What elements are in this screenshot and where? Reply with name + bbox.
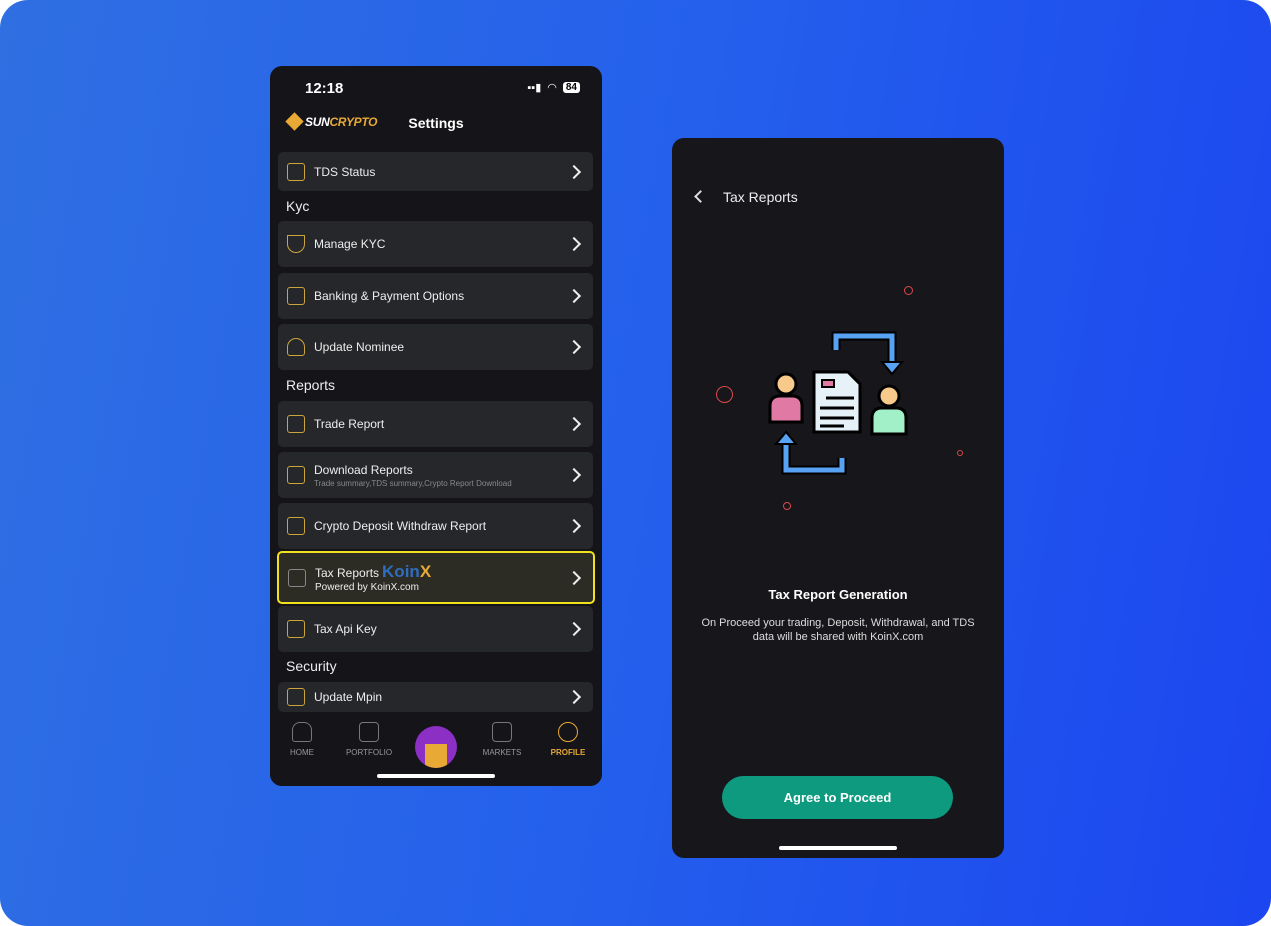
koinx-logo: KoinX	[382, 562, 432, 581]
home-icon	[292, 722, 312, 742]
tax-reports-screen: Tax Reports Tax Report Generation On Pro…	[672, 138, 1004, 858]
page-title: Settings	[408, 115, 464, 131]
menu-item-crypto-deposit-withdraw[interactable]: Crypto Deposit Withdraw Report	[278, 503, 593, 549]
back-arrow-icon[interactable]	[694, 190, 707, 203]
section-security: Security	[286, 658, 337, 674]
status-icons: ▪▪▮ ◠ 84	[527, 81, 580, 94]
background	[0, 0, 1271, 926]
profile-icon	[558, 722, 578, 742]
phone-pin-icon	[287, 688, 305, 706]
chevron-right-icon	[566, 236, 582, 252]
chart-icon	[287, 415, 305, 433]
chevron-right-icon	[566, 416, 582, 432]
download-document-icon	[287, 466, 305, 484]
status-time: 12:18	[305, 80, 344, 97]
chevron-right-icon	[566, 467, 582, 483]
chevron-right-icon	[566, 689, 582, 705]
menu-item-tax-api-key[interactable]: Tax Api Key	[278, 606, 593, 652]
data-sharing-illustration	[768, 331, 908, 475]
wifi-icon: ◠	[547, 82, 557, 94]
chevron-right-icon	[566, 518, 582, 534]
decor-dot	[904, 286, 913, 295]
settings-screen: 12:18 ▪▪▮ ◠ 84 SUNCRYPTO Settings TDS St…	[270, 66, 602, 786]
decor-dot	[957, 450, 963, 456]
menu-item-update-mpin[interactable]: Update Mpin	[278, 682, 593, 712]
checklist-icon	[288, 568, 306, 587]
chevron-right-icon	[566, 570, 582, 585]
gift-icon	[425, 744, 447, 768]
menu-item-tax-reports[interactable]: Tax Reports KoinX Powered by KoinX.com	[277, 551, 595, 604]
menu-item-download-reports[interactable]: Download Reports Trade summary,TDS summar…	[278, 452, 593, 498]
chevron-right-icon	[566, 339, 582, 355]
key-document-icon	[287, 620, 305, 638]
shield-icon	[287, 235, 305, 253]
menu-item-update-nominee[interactable]: Update Nominee	[278, 324, 593, 370]
page-title: Tax Reports	[723, 189, 798, 205]
decor-dot	[783, 502, 791, 510]
menu-item-manage-kyc[interactable]: Manage KYC	[278, 221, 593, 267]
gift-button[interactable]	[415, 726, 457, 768]
report-icon	[287, 517, 305, 535]
user-check-icon	[287, 338, 305, 356]
section-reports: Reports	[286, 377, 336, 393]
description-text: On Proceed your trading, Deposit, Withdr…	[701, 617, 975, 643]
agree-to-proceed-button[interactable]: Agree to Proceed	[722, 776, 953, 819]
signal-icon: ▪▪▮	[527, 82, 542, 94]
markets-icon	[492, 722, 512, 742]
portfolio-icon	[359, 722, 379, 742]
bank-icon	[287, 287, 305, 305]
section-heading: Tax Report Generation	[768, 587, 908, 602]
menu-item-trade-report[interactable]: Trade Report	[278, 401, 593, 447]
decor-dot	[716, 386, 733, 403]
document-icon	[287, 162, 305, 181]
chevron-right-icon	[566, 621, 582, 637]
home-indicator	[779, 846, 897, 850]
chevron-right-icon	[566, 288, 582, 304]
battery-icon: 84	[562, 82, 580, 93]
chevron-right-icon	[566, 164, 582, 179]
home-indicator	[377, 774, 495, 778]
menu-item-tds-status[interactable]: TDS Status	[278, 152, 593, 191]
section-kyc: Kyc	[286, 198, 310, 214]
menu-item-banking[interactable]: Banking & Payment Options	[278, 273, 593, 319]
